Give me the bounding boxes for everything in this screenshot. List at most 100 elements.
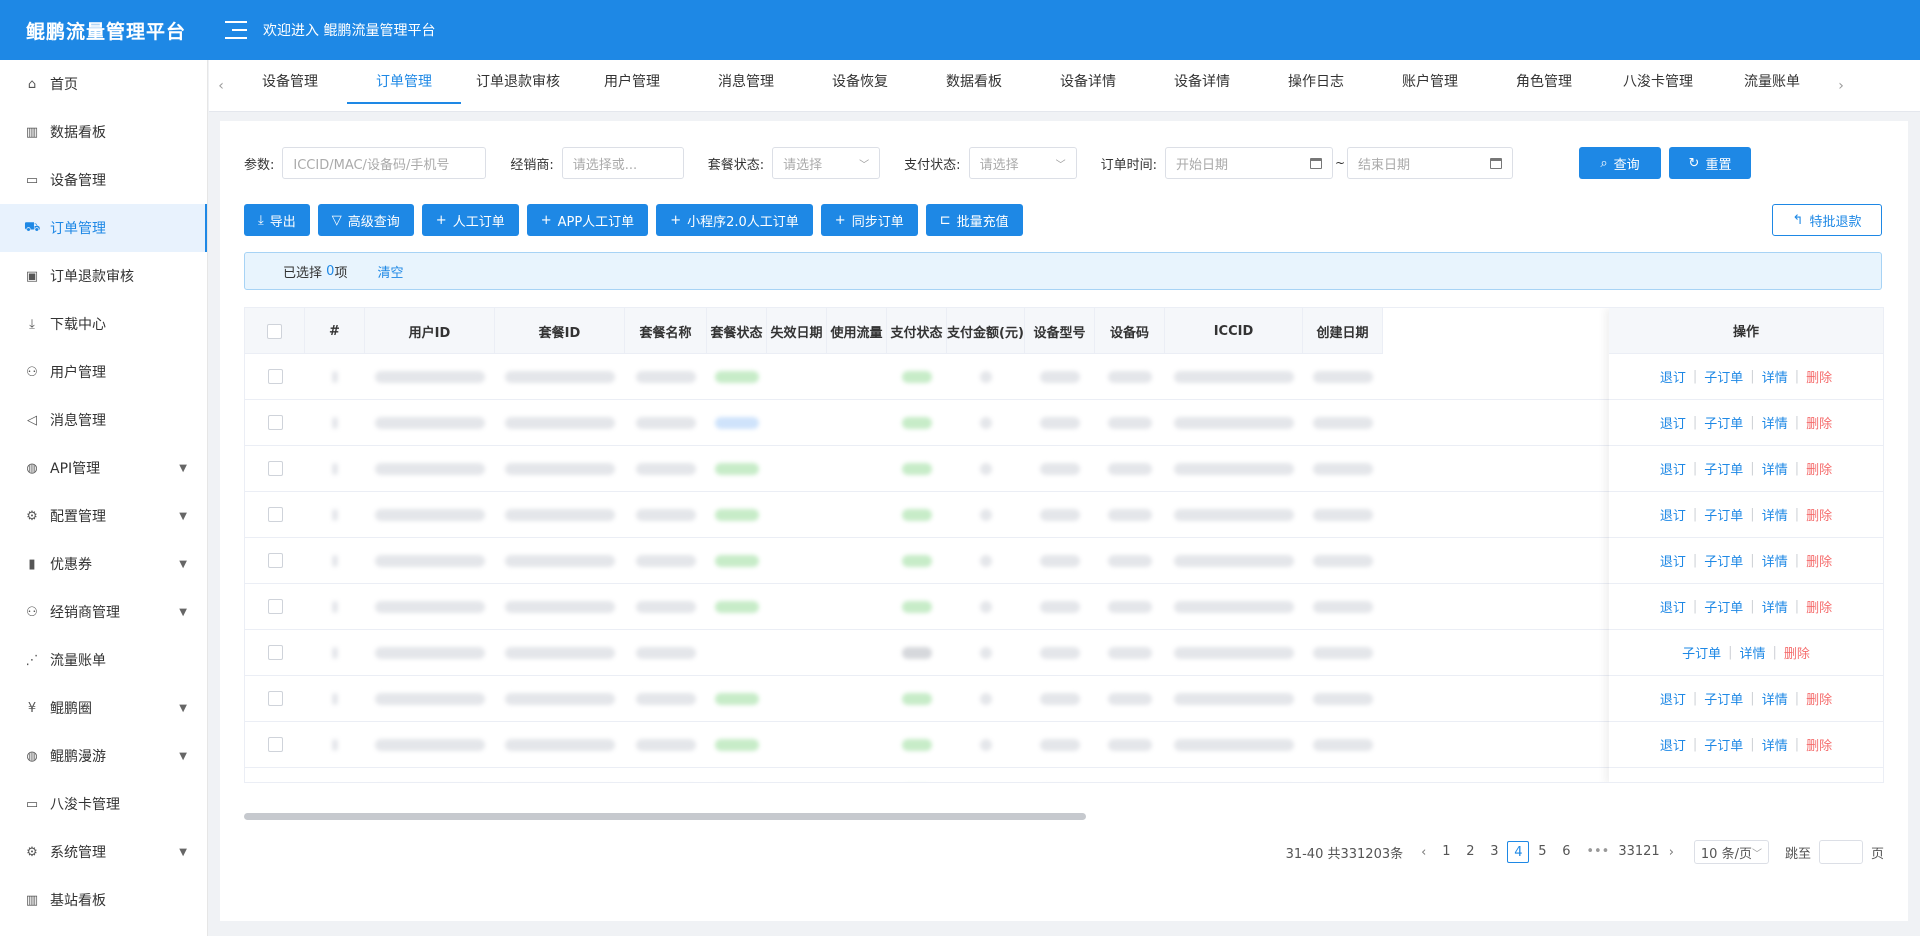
- package-status-select[interactable]: 请选择 ﹀: [772, 147, 881, 179]
- reset-button[interactable]: ↻ 重置: [1669, 147, 1752, 179]
- detail-link[interactable]: 详情: [1739, 643, 1765, 662]
- sidebar-item-11[interactable]: ⚇ 经销商管理 ▼: [0, 588, 207, 636]
- detail-link[interactable]: 详情: [1762, 781, 1788, 782]
- tab-item[interactable]: 角色管理: [1487, 60, 1601, 112]
- refund-link[interactable]: 退订: [1660, 459, 1686, 478]
- suborder-link[interactable]: 子订单: [1704, 413, 1743, 432]
- refund-link[interactable]: 退订: [1660, 413, 1686, 432]
- more-pages-icon[interactable]: •••: [1586, 841, 1609, 863]
- select-all-checkbox[interactable]: [267, 323, 282, 339]
- delete-link[interactable]: 删除: [1806, 551, 1832, 570]
- page-size-select[interactable]: 10 条/页 ﹀: [1693, 840, 1769, 864]
- page-number[interactable]: 4: [1507, 841, 1530, 863]
- tab-item[interactable]: 订单管理: [347, 60, 461, 112]
- delete-link[interactable]: 删除: [1806, 689, 1832, 708]
- detail-link[interactable]: 详情: [1762, 459, 1788, 478]
- row-checkbox[interactable]: [267, 461, 283, 476]
- delete-link[interactable]: 删除: [1784, 643, 1810, 662]
- refund-link[interactable]: 退订: [1660, 781, 1686, 782]
- tab-item[interactable]: 设备详情: [1031, 60, 1145, 112]
- delete-link[interactable]: 删除: [1806, 413, 1832, 432]
- sidebar-item-16[interactable]: ⚙ 系统管理 ▼: [0, 828, 207, 876]
- param-input[interactable]: ICCID/MAC/设备码/手机号: [282, 147, 487, 179]
- menu-toggle-icon[interactable]: [225, 21, 247, 39]
- sidebar-item-9[interactable]: ⚙ 配置管理 ▼: [0, 492, 207, 540]
- delete-link[interactable]: 删除: [1806, 735, 1832, 754]
- tab-item[interactable]: 设备恢复: [803, 60, 917, 112]
- delete-link[interactable]: 删除: [1806, 597, 1832, 616]
- suborder-link[interactable]: 子订单: [1682, 643, 1721, 662]
- tab-item[interactable]: 订单退款审核: [461, 60, 575, 112]
- page-number[interactable]: 33121: [1618, 841, 1659, 863]
- search-button[interactable]: ⌕ 查询: [1579, 147, 1662, 179]
- refund-link[interactable]: 退订: [1660, 551, 1686, 570]
- next-page-icon[interactable]: ›: [1669, 845, 1674, 860]
- page-number[interactable]: 3: [1483, 841, 1505, 863]
- detail-link[interactable]: 详情: [1762, 597, 1788, 616]
- page-number[interactable]: 2: [1459, 841, 1481, 863]
- delete-link[interactable]: 删除: [1806, 781, 1832, 782]
- toolbar-button[interactable]: + 人工订单: [421, 204, 519, 236]
- sidebar-item-6[interactable]: ⚇ 用户管理: [0, 348, 207, 396]
- tab-item[interactable]: 账户管理: [1373, 60, 1487, 112]
- toolbar-button[interactable]: ▽ 高级查询: [317, 204, 414, 236]
- sidebar-item-5[interactable]: ⤓ 下载中心: [0, 300, 207, 348]
- dealer-select[interactable]: 请选择或...: [561, 147, 684, 179]
- suborder-link[interactable]: 子订单: [1704, 689, 1743, 708]
- detail-link[interactable]: 详情: [1762, 551, 1788, 570]
- tab-item[interactable]: 流量账单: [1715, 60, 1829, 112]
- sidebar-item-13[interactable]: ¥ 鲲鹏圈 ▼: [0, 684, 207, 732]
- clear-selection-link[interactable]: 清空: [377, 262, 403, 281]
- suborder-link[interactable]: 子订单: [1704, 551, 1743, 570]
- sidebar-item-12[interactable]: ⋰ 流量账单: [0, 636, 207, 684]
- special-refund-button[interactable]: ↰ 特批退款: [1772, 204, 1882, 236]
- page-number[interactable]: 6: [1555, 841, 1577, 863]
- page-number[interactable]: 5: [1531, 841, 1553, 863]
- goto-page-input[interactable]: [1818, 840, 1863, 864]
- suborder-link[interactable]: 子订单: [1704, 781, 1743, 782]
- detail-link[interactable]: 详情: [1762, 689, 1788, 708]
- sidebar-item-15[interactable]: ▭ 八浚卡管理: [0, 780, 207, 828]
- row-checkbox[interactable]: [267, 507, 283, 522]
- start-date-input[interactable]: 开始日期: [1164, 147, 1333, 179]
- end-date-input[interactable]: 结束日期: [1347, 147, 1514, 179]
- tab-item[interactable]: 用户管理: [575, 60, 689, 112]
- refund-link[interactable]: 退订: [1660, 367, 1686, 386]
- prev-page-icon[interactable]: ‹: [1421, 845, 1426, 860]
- sidebar-item-10[interactable]: ▮ 优惠券 ▼: [0, 540, 207, 588]
- sidebar-item-0[interactable]: ⌂ 首页: [0, 60, 207, 108]
- suborder-link[interactable]: 子订单: [1704, 459, 1743, 478]
- suborder-link[interactable]: 子订单: [1704, 505, 1743, 524]
- sidebar-item-8[interactable]: ◍ API管理 ▼: [0, 444, 207, 492]
- tab-item[interactable]: 设备详情: [1145, 60, 1259, 112]
- sidebar-item-7[interactable]: ◁ 消息管理: [0, 396, 207, 444]
- row-checkbox[interactable]: [267, 415, 283, 430]
- tabs-next-icon[interactable]: ›: [1829, 78, 1853, 94]
- sidebar-item-14[interactable]: ◍ 鲲鹏漫游 ▼: [0, 732, 207, 780]
- pay-status-select[interactable]: 请选择 ﹀: [968, 147, 1077, 179]
- toolbar-button[interactable]: + 同步订单: [820, 204, 918, 236]
- delete-link[interactable]: 删除: [1806, 505, 1832, 524]
- sidebar-item-17[interactable]: ▥ 基站看板: [0, 876, 207, 924]
- horizontal-scrollbar[interactable]: [244, 813, 1086, 820]
- tab-item[interactable]: 消息管理: [689, 60, 803, 112]
- suborder-link[interactable]: 子订单: [1704, 367, 1743, 386]
- sidebar-item-1[interactable]: ▥ 数据看板: [0, 108, 207, 156]
- row-checkbox[interactable]: [267, 369, 283, 384]
- refund-link[interactable]: 退订: [1660, 505, 1686, 524]
- row-checkbox[interactable]: [267, 645, 283, 660]
- refund-link[interactable]: 退订: [1660, 689, 1686, 708]
- sidebar-item-3[interactable]: ⛟ 订单管理: [0, 204, 207, 252]
- page-number[interactable]: 1: [1435, 841, 1457, 863]
- refund-link[interactable]: 退订: [1660, 597, 1686, 616]
- detail-link[interactable]: 详情: [1762, 367, 1788, 386]
- detail-link[interactable]: 详情: [1762, 735, 1788, 754]
- row-checkbox[interactable]: [267, 553, 283, 568]
- sidebar-item-4[interactable]: ▣ 订单退款审核: [0, 252, 207, 300]
- tab-item[interactable]: 八浚卡管理: [1601, 60, 1715, 112]
- delete-link[interactable]: 删除: [1806, 367, 1832, 386]
- toolbar-button[interactable]: + APP人工订单: [526, 204, 649, 236]
- toolbar-button[interactable]: ⊏ 批量充值: [925, 204, 1023, 236]
- tab-item[interactable]: 操作日志: [1259, 60, 1373, 112]
- tab-item[interactable]: 设备管理: [233, 60, 347, 112]
